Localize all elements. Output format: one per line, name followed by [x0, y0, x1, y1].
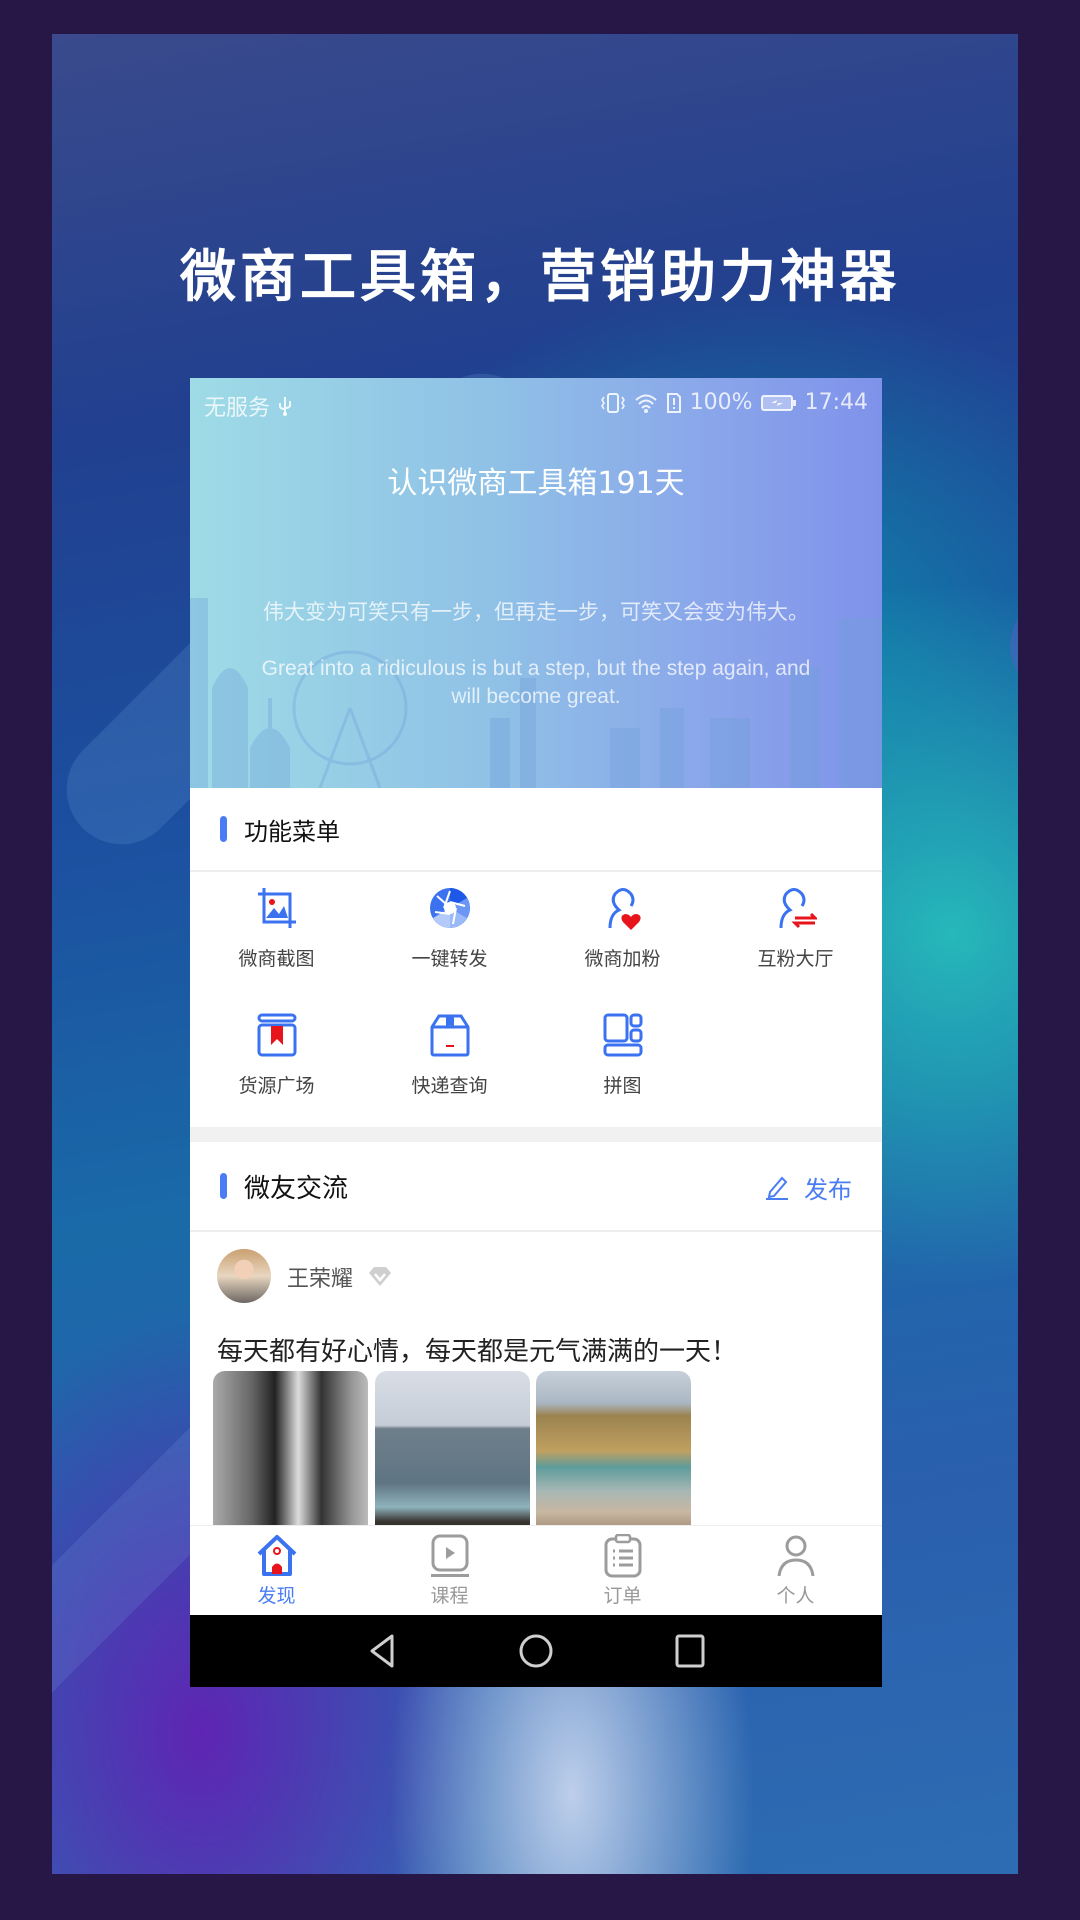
menu-item-add-fans[interactable]: 微商加粉: [536, 872, 709, 992]
pencil-icon: [766, 1176, 788, 1200]
back-icon[interactable]: [364, 1633, 400, 1669]
quote-chinese: 伟大变为可笑只有一步，但再走一步，可笑又会变为伟大。: [263, 600, 809, 624]
play-video-icon: [431, 1534, 469, 1577]
community-header: 微友交流 发布: [190, 1142, 882, 1232]
bottom-tab-bar: 发现 课程 订单 个人: [190, 1525, 882, 1615]
phone-screen: 无服务 100% 17:44 认识微商工具箱191天 伟大变为可笑只有一步，但再…: [190, 378, 882, 1687]
android-nav-bar: [190, 1615, 882, 1687]
home-circle-icon[interactable]: [518, 1633, 554, 1669]
menu-label: 快递查询: [411, 1075, 488, 1097]
author-name[interactable]: 王荣耀: [287, 1261, 353, 1293]
function-menu-grid: 微商截图 一键转发 微商加粉 互粉大厅 货源广场 快递查询 拼图: [190, 872, 882, 1126]
diamond-icon: [369, 1267, 391, 1286]
hero-banner: 无服务 100% 17:44 认识微商工具箱191天 伟大变为可笑只有一步，但再…: [190, 378, 882, 788]
menu-label: 微商加粉: [584, 948, 661, 970]
usb-icon: [279, 397, 292, 416]
menu-item-mutual-fans-hall[interactable]: 互粉大厅: [709, 872, 882, 992]
clock-time: 17:44: [804, 390, 868, 415]
status-bar: 无服务 100% 17:44: [190, 378, 882, 428]
battery-charging-icon: [760, 394, 796, 411]
person-icon: [777, 1535, 815, 1577]
battery-percent: 100%: [689, 390, 753, 415]
bookmark-box-icon: [257, 1013, 297, 1057]
publish-label: 发布: [804, 1175, 852, 1204]
hero-title: 认识微商工具箱191天: [387, 466, 685, 501]
user-exchange-icon: [779, 888, 817, 929]
shutter-icon: [430, 888, 470, 928]
decorative-shape: [989, 391, 1018, 717]
carrier-text: 无服务: [204, 396, 271, 421]
menu-label: 一键转发: [411, 948, 488, 970]
menu-item-collage[interactable]: 拼图: [536, 999, 709, 1119]
tab-label: 订单: [603, 1585, 642, 1607]
recents-icon[interactable]: [672, 1633, 708, 1669]
tab-label: 课程: [430, 1585, 469, 1607]
menu-label: 互粉大厅: [757, 948, 834, 970]
section-title: 微友交流: [244, 1173, 349, 1204]
menu-label: 货源广场: [238, 1075, 315, 1097]
function-menu-header: 功能菜单: [190, 788, 882, 872]
collage-icon: [603, 1013, 643, 1057]
menu-item-express-query[interactable]: 快递查询: [363, 999, 536, 1119]
menu-item-one-click-forward[interactable]: 一键转发: [363, 872, 536, 992]
menu-item-supply-square[interactable]: 货源广场: [190, 999, 363, 1119]
coastal-cliff-photo[interactable]: [536, 1371, 691, 1531]
quote-english: Great into a ridiculous is but a step, b…: [261, 657, 811, 708]
section-separator: [190, 1127, 882, 1142]
user-heart-icon: [608, 888, 641, 930]
package-icon: [430, 1014, 470, 1057]
section-accent-bar: [220, 1173, 227, 1199]
seascape-photo[interactable]: [375, 1371, 530, 1531]
tab-discover[interactable]: 发现: [190, 1526, 363, 1616]
tab-label: 发现: [257, 1585, 296, 1607]
tab-label: 个人: [776, 1585, 815, 1607]
sim-alert-icon: [666, 392, 681, 413]
woman-sunglasses-photo[interactable]: [213, 1371, 368, 1531]
menu-item-screenshot[interactable]: 微商截图: [190, 872, 363, 992]
section-title: 功能菜单: [244, 817, 340, 846]
section-accent-bar: [220, 816, 227, 842]
tab-orders[interactable]: 订单: [536, 1526, 709, 1616]
screenshot-crop-icon: [258, 888, 296, 928]
menu-label: 拼图: [603, 1075, 642, 1097]
publish-button[interactable]: 发布: [764, 1142, 852, 1232]
post-text: 每天都有好心情，每天都是元气满满的一天！: [217, 1337, 738, 1367]
author-avatar[interactable]: [217, 1249, 271, 1303]
poster-headline: 微商工具箱，营销助力神器: [180, 245, 900, 310]
wifi-icon: [635, 394, 657, 413]
menu-label: 微商截图: [238, 948, 315, 970]
clipboard-list-icon: [604, 1534, 642, 1578]
tab-courses[interactable]: 课程: [363, 1526, 536, 1616]
vibrate-icon: [600, 392, 625, 413]
tab-profile[interactable]: 个人: [709, 1526, 882, 1616]
home-icon: [257, 1535, 297, 1576]
